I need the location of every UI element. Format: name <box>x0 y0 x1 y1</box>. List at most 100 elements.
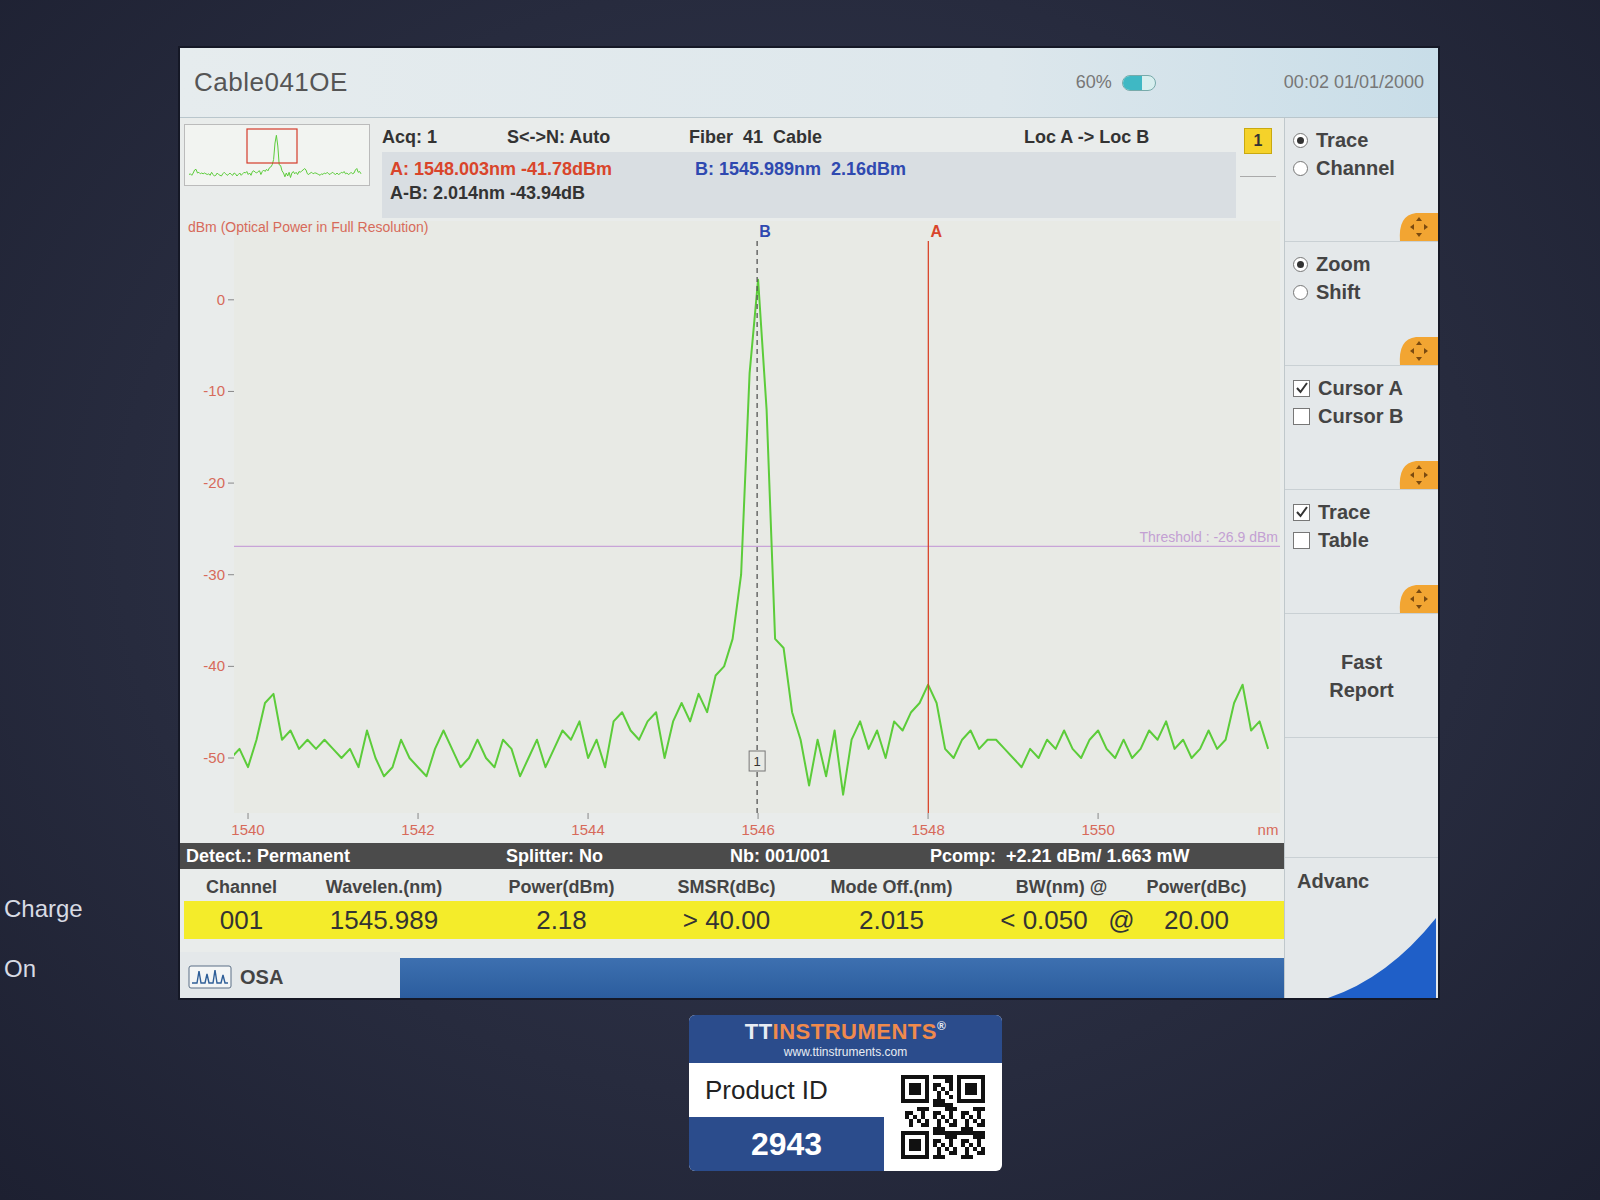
option-group: ZoomShift <box>1285 242 1438 366</box>
x-unit: nm <box>1258 821 1279 838</box>
x-tick: 1544 <box>571 821 604 838</box>
x-tick: 1540 <box>231 821 264 838</box>
window-title: Cable041OE <box>194 67 348 98</box>
status-item: Detect.: Permanent <box>186 846 506 867</box>
brand-url: www.ttinstruments.com <box>784 1045 907 1059</box>
bottom-tabs: OSA <box>180 952 1284 1000</box>
delta-reading: A-B: 2.014nm -43.94dB <box>390 183 1228 209</box>
spectrum-trace <box>234 280 1268 795</box>
x-tick-mark <box>928 813 929 819</box>
title-bar: Cable041OE 60% 00:02 01/01/2000 <box>180 48 1438 118</box>
fast-report-button[interactable]: Fast Report <box>1285 614 1438 738</box>
y-tick: -20 <box>203 474 225 491</box>
cursor-line[interactable] <box>756 241 757 813</box>
zoom-box <box>247 129 297 163</box>
advanced-button[interactable]: Advanc <box>1285 858 1438 998</box>
acq-info: Acq: 1 <box>382 127 507 148</box>
column-header: SMSR(dBc) <box>654 877 799 898</box>
x-tick: 1550 <box>1081 821 1114 838</box>
option-item[interactable]: Cursor B <box>1293 402 1438 430</box>
option-item[interactable]: Trace <box>1293 498 1438 526</box>
y-tick: -40 <box>203 657 225 674</box>
sn-info: S<->N: Auto <box>507 127 689 148</box>
arrows-icon[interactable] <box>1392 583 1438 613</box>
arrows-icon[interactable] <box>1392 459 1438 489</box>
arrows-icon[interactable] <box>1392 335 1438 365</box>
corner-icon <box>1328 918 1438 998</box>
x-tick-mark <box>1098 813 1099 819</box>
plot-area <box>234 221 1280 813</box>
trace-badge: 1 <box>1244 128 1272 154</box>
direction-info: Loc A -> Loc B <box>1024 127 1236 148</box>
trace-overview[interactable] <box>184 124 370 186</box>
cursor-label: A <box>931 223 943 240</box>
table-cell: 20.00 <box>1139 905 1254 936</box>
checkbox-icon <box>1293 504 1310 521</box>
column-header: Wavelen.(nm) <box>299 877 469 898</box>
table-cell: 001 <box>184 905 299 936</box>
cursor-line[interactable] <box>928 241 929 813</box>
option-item[interactable]: Cursor A <box>1293 374 1438 402</box>
status-item: Nb: 001/001 <box>730 846 930 867</box>
column-header: Power(dBm) <box>469 877 654 898</box>
info-strip: Acq: 1S<->N: AutoFiber 41 CableLoc A -> … <box>180 118 1284 218</box>
charge-label: Charge <box>4 895 83 923</box>
status-item: Splitter: No <box>506 846 730 867</box>
table-header: ChannelWavelen.(nm)Power(dBm)SMSR(dBc)Mo… <box>184 873 1284 901</box>
option-group: TraceChannel <box>1285 118 1438 242</box>
table-cell: < 0.050 <box>984 905 1104 936</box>
checkbox-icon <box>1293 408 1310 425</box>
y-tick: -50 <box>203 749 225 766</box>
x-tick: 1546 <box>741 821 774 838</box>
arrows-icon[interactable] <box>1392 211 1438 241</box>
table-cell: 2.015 <box>799 905 984 936</box>
threshold-line <box>234 546 1280 547</box>
option-item[interactable]: Shift <box>1293 278 1438 306</box>
option-item[interactable]: Table <box>1293 526 1438 554</box>
table-row[interactable]: 0011545.9892.18> 40.002.015< 0.050@20.00 <box>184 901 1284 939</box>
checkbox-icon <box>1293 532 1310 549</box>
cursor-b-reading: B: 1545.989nm 2.16dBm <box>695 159 1228 180</box>
screen: Cable041OE 60% 00:02 01/01/2000 Acq: 1S<->N… <box>178 46 1440 1000</box>
option-item[interactable]: Channel <box>1293 154 1438 182</box>
column-header: BW(nm) @ <box>984 877 1139 898</box>
table-cell: 2.18 <box>469 905 654 936</box>
y-tick-mark <box>228 666 234 667</box>
waveform-icon <box>188 965 232 989</box>
option-group: Cursor ACursor B <box>1285 366 1438 490</box>
status-area: 60% 00:02 01/01/2000 <box>1076 72 1424 93</box>
on-label: On <box>4 955 36 983</box>
x-tick: 1542 <box>401 821 434 838</box>
radio-icon <box>1293 161 1308 176</box>
osa-device: Charge On Cable041OE 60% 00:02 01/01/2000 Acq… <box>0 0 1600 1200</box>
clock: 00:02 01/01/2000 <box>1284 72 1424 93</box>
option-item[interactable]: Trace <box>1293 126 1438 154</box>
x-tick-mark <box>758 813 759 819</box>
cursor-a-reading: A: 1548.003nm -41.78dBm <box>390 159 695 180</box>
overview-trace <box>189 135 361 177</box>
y-tick: -30 <box>203 566 225 583</box>
option-group: TraceTable <box>1285 490 1438 614</box>
y-tick-mark <box>228 574 234 575</box>
y-axis-title: dBm (Optical Power in Full Resolution) <box>188 219 428 235</box>
column-header: Power(dBc) <box>1139 877 1254 898</box>
y-tick-mark <box>228 483 234 484</box>
brand-logo: TTINSTRUMENTS® <box>745 1019 947 1045</box>
x-tick: 1548 <box>911 821 944 838</box>
table-cell: > 40.00 <box>654 905 799 936</box>
channel-table: ChannelWavelen.(nm)Power(dBm)SMSR(dBc)Mo… <box>180 869 1284 952</box>
y-tick-mark <box>228 758 234 759</box>
sidebar: TraceChannelZoomShiftCursor ACursor BTra… <box>1284 118 1438 998</box>
column-header: Mode Off.(nm) <box>799 877 984 898</box>
battery-percent: 60% <box>1076 72 1112 93</box>
y-tick: 0 <box>217 291 225 308</box>
status-bar: Detect.: PermanentSplitter: NoNb: 001/00… <box>180 843 1284 869</box>
product-id-label: Product ID <box>689 1063 884 1117</box>
spectrum-chart[interactable]: dBm (Optical Power in Full Resolution) 0 -… <box>180 218 1284 843</box>
threshold-label: Threshold : -26.9 dBm <box>1139 529 1278 545</box>
fiber-info: Fiber 41 Cable <box>689 127 1024 148</box>
option-item[interactable]: Zoom <box>1293 250 1438 278</box>
trace-marker <box>749 751 765 771</box>
osa-tab[interactable]: OSA <box>180 952 400 1000</box>
checkbox-icon <box>1293 380 1310 397</box>
